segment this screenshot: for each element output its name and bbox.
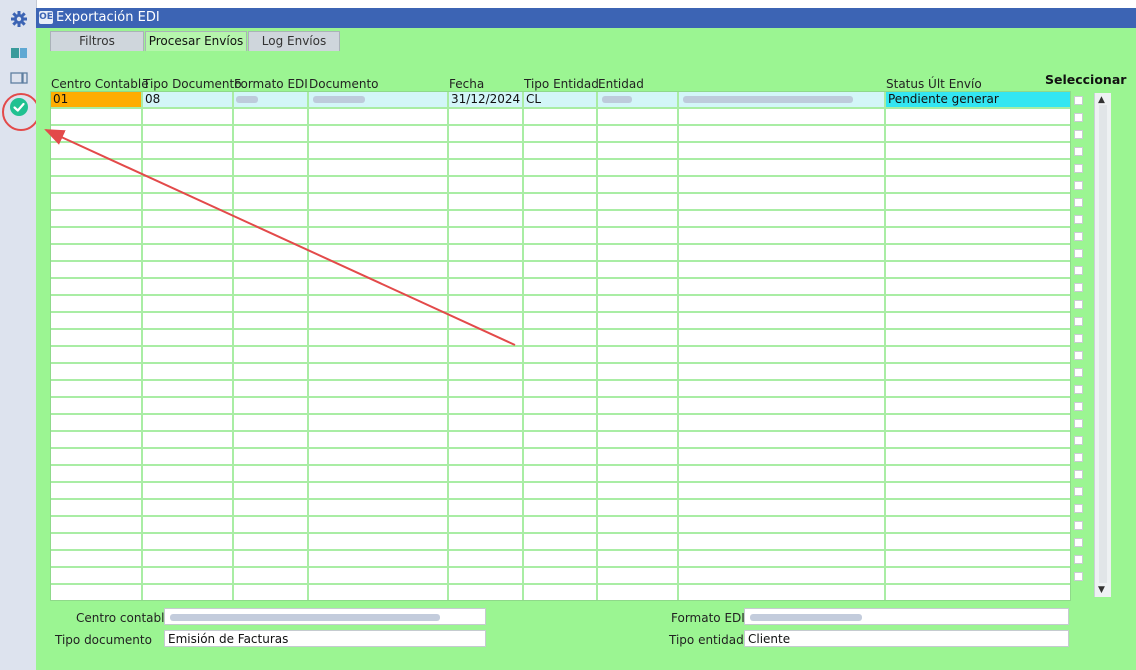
left-toolbar [0,0,40,670]
col-header-documento: Documento [309,77,379,91]
row-select-checkbox[interactable] [1074,436,1083,445]
col-header-tipo-documento: Tipo Documento [143,77,242,91]
shipments-grid[interactable]: 01 08 31/12/2024 CL Pendiente generar [50,91,1071,601]
row-select-checkbox[interactable] [1074,96,1083,105]
row-select-checkbox[interactable] [1074,487,1083,496]
scroll-thumb[interactable] [1099,105,1107,583]
redacted-text [602,96,632,103]
col-header-formato-edi: Formato EDI [234,77,308,91]
row-select-checkbox[interactable] [1074,283,1083,292]
formato-edi-field[interactable] [744,608,1069,625]
row-select-checkbox[interactable] [1074,181,1083,190]
col-header-entidad: Entidad [598,77,644,91]
row-select-checkbox[interactable] [1074,130,1083,139]
row-select-checkbox[interactable] [1074,453,1083,462]
annotation-circle [2,93,40,131]
col-header-tipo-entidad: Tipo Entidad [524,77,599,91]
edi-export-window: OE Exportación EDI Filtros Procesar Enví… [36,8,1136,670]
cell-centro-contable[interactable]: 01 [51,92,141,107]
grid-col-divider [596,92,598,600]
row-select-checkbox[interactable] [1074,351,1083,360]
app-icon: OE [39,11,53,24]
grid-col-divider [232,92,234,600]
redacted-text [236,96,258,103]
grid-col-divider [522,92,524,600]
cell-fecha[interactable]: 31/12/2024 [449,92,522,107]
row-select-checkbox[interactable] [1074,368,1083,377]
grid-col-divider [884,92,886,600]
redacted-text [750,614,862,621]
centro-contable-field[interactable] [164,608,486,625]
redacted-text [170,614,440,621]
tab-procesar-envios[interactable]: Procesar Envíos [145,31,247,51]
row-select-checkbox[interactable] [1074,521,1083,530]
tab-filtros[interactable]: Filtros [50,31,144,51]
formato-edi-label: Formato EDI [671,611,745,625]
row-select-checkbox[interactable] [1074,402,1083,411]
row-select-checkbox[interactable] [1074,198,1083,207]
row-select-checkbox[interactable] [1074,504,1083,513]
centro-contable-label: Centro contable [76,611,172,625]
row-select-checkbox[interactable] [1074,215,1083,224]
row-select-checkbox[interactable] [1074,249,1083,258]
layout-icon[interactable] [10,45,28,63]
cell-tipo-documento[interactable]: 08 [143,92,232,107]
window-title: Exportación EDI [56,10,160,25]
panel-icon[interactable] [10,70,28,88]
row-select-checkbox[interactable] [1074,334,1083,343]
redacted-text [313,96,365,103]
grid-col-divider [447,92,449,600]
row-select-checkbox[interactable] [1074,147,1083,156]
row-select-checkbox[interactable] [1074,317,1083,326]
tipo-documento-field[interactable]: Emisión de Facturas [164,630,486,647]
scroll-up-icon[interactable]: ▲ [1098,95,1105,105]
tipo-documento-label: Tipo documento [55,633,152,647]
row-select-checkbox[interactable] [1074,113,1083,122]
row-select-checkbox[interactable] [1074,572,1083,581]
scroll-down-icon[interactable]: ▼ [1098,585,1105,595]
tab-log-envios[interactable]: Log Envíos [248,31,340,51]
grid-col-divider [677,92,679,600]
row-select-checkbox[interactable] [1074,232,1083,241]
row-select-checkbox[interactable] [1074,300,1083,309]
row-select-checkbox[interactable] [1074,555,1083,564]
col-header-seleccionar: Seleccionar [1045,72,1127,87]
window-titlebar: OE Exportación EDI [36,8,1136,28]
cell-tipo-entidad[interactable]: CL [524,92,596,107]
row-select-checkbox[interactable] [1074,385,1083,394]
grid-scrollbar[interactable]: ▲ ▼ [1094,93,1111,597]
row-select-checkbox[interactable] [1074,470,1083,479]
redacted-text [683,96,853,103]
col-header-status: Status Últ Envío [886,77,982,91]
grid-col-divider [307,92,309,600]
row-select-checkbox[interactable] [1074,266,1083,275]
gear-icon[interactable] [10,10,28,28]
table-row[interactable]: 01 08 31/12/2024 CL Pendiente generar [51,92,1070,107]
grid-col-divider [141,92,143,600]
tipo-entidad-field[interactable]: Cliente [744,630,1069,647]
cell-status[interactable]: Pendiente generar [886,92,1070,107]
tipo-entidad-label: Tipo entidad [669,633,744,647]
col-header-centro-contable: Centro Contable [51,77,149,91]
row-select-checkbox[interactable] [1074,419,1083,428]
col-header-fecha: Fecha [449,77,485,91]
row-select-checkbox[interactable] [1074,164,1083,173]
row-select-checkbox[interactable] [1074,538,1083,547]
